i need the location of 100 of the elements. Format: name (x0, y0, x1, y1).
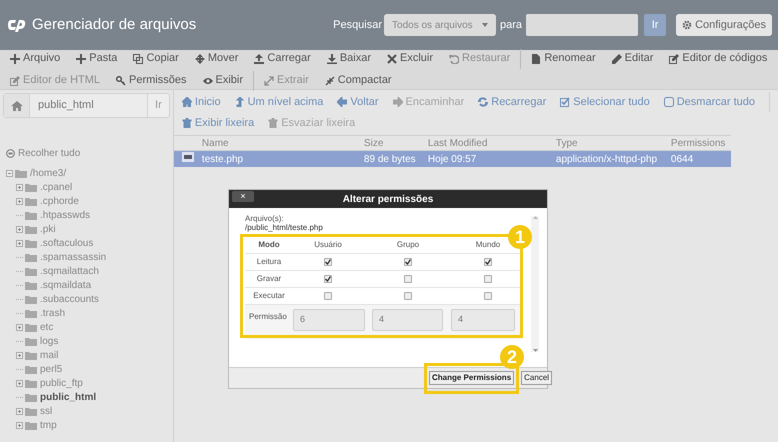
folder-icon (25, 224, 37, 234)
column-header[interactable]: Permissions (670, 138, 726, 148)
nav-link[interactable]: Selecionar tudo (560, 94, 650, 110)
folder-item[interactable]: .sqmaildata (40, 278, 92, 292)
toolbar-button[interactable]: Pasta (76, 50, 118, 67)
toolbar-button[interactable]: Editor de códigos (669, 50, 768, 67)
caret-icon (482, 23, 488, 27)
folder-item[interactable]: .trash (40, 306, 66, 320)
row-label: Gravar (256, 274, 282, 283)
nav-link[interactable]: Inicio (182, 94, 221, 110)
folder-icon (25, 308, 37, 318)
checkbox[interactable] (404, 292, 412, 300)
cancel-button[interactable]: Cancel (521, 371, 552, 385)
go-button[interactable]: Ir (644, 14, 666, 36)
folder-item[interactable]: public_html (40, 390, 96, 404)
toolbar-button[interactable]: Excluir (387, 50, 434, 67)
scrollbar[interactable] (531, 216, 539, 352)
nav-link[interactable]: Voltar (337, 94, 379, 110)
nav-link[interactable]: Um nível acima (234, 94, 324, 110)
arrow-right-icon (392, 97, 403, 107)
checkbox[interactable] (484, 292, 492, 300)
settings-button[interactable]: Configurações (676, 14, 772, 36)
toolbar-button[interactable]: Permissões (116, 72, 186, 89)
folder-item[interactable]: .cpanel (40, 180, 72, 194)
column-header[interactable]: Size (364, 138, 384, 148)
key-icon (116, 76, 126, 86)
permission-field[interactable]: 4 (372, 309, 443, 331)
checkbox[interactable] (324, 258, 332, 266)
logo-icon (8, 18, 26, 32)
folder-item[interactable]: .cphorde (40, 194, 79, 208)
folder-icon (25, 336, 37, 346)
toolbar-button[interactable]: Copiar (133, 50, 179, 67)
folder-item[interactable]: .softaculous (40, 236, 94, 250)
toolbar-button[interactable]: Exibir (202, 72, 244, 89)
folder-icon (25, 378, 37, 388)
refresh-icon (478, 97, 488, 107)
folder-item[interactable]: etc (40, 320, 54, 334)
toolbar-button[interactable]: Baixar (326, 50, 371, 67)
folder-item[interactable]: tmp (40, 418, 57, 432)
folder-item[interactable]: logs (40, 334, 58, 348)
permission-field[interactable]: 6 (293, 309, 365, 331)
folder-icon (25, 350, 37, 360)
folder-item[interactable]: ssl (40, 404, 52, 418)
toolbar-button[interactable]: Compactar (324, 72, 392, 89)
table-cell: 0644 (670, 154, 694, 164)
close-button[interactable]: × (232, 191, 254, 202)
folder-icon (25, 266, 37, 276)
checkbox[interactable] (404, 258, 412, 266)
toolbar-button[interactable]: Carregar (254, 50, 311, 67)
column-header: Grupo (396, 240, 420, 249)
change-permissions-button[interactable]: Change Permissions (429, 371, 514, 385)
level-up-icon (234, 97, 245, 107)
search-field[interactable] (526, 14, 638, 36)
folder-item[interactable]: perl5 (40, 362, 62, 376)
row-label: Leitura (256, 257, 282, 266)
table-cell: Hoje 09:57 (428, 154, 476, 164)
edit-icon (669, 54, 680, 64)
file-row[interactable]: teste.php 89 de bytes Hoje 09:57 application/x-httpd-php 0644 (174, 151, 731, 167)
toolbar-button[interactable]: Arquivo (10, 50, 60, 67)
checkbox[interactable] (324, 275, 332, 283)
file-label: Arquivo(s): (245, 214, 284, 223)
folder-item[interactable]: .spamassassin (40, 250, 106, 264)
nav-link[interactable]: Recarregar (478, 94, 546, 110)
file-path: /public_html/teste.php (245, 223, 323, 232)
move-icon (194, 54, 205, 64)
eye-icon (202, 76, 212, 86)
copy-icon (133, 54, 144, 64)
folder-item[interactable]: .htpasswds (40, 208, 90, 222)
column-header[interactable]: Name (202, 138, 229, 148)
table-cell: 89 de bytes (364, 154, 416, 164)
column-header[interactable]: Type (556, 138, 578, 148)
search-scope-select[interactable]: Todos os arquivos (384, 14, 496, 36)
folder-item[interactable]: .sqmailattach (40, 264, 99, 278)
checkbox[interactable] (484, 275, 492, 283)
folder-item[interactable]: .subaccounts (40, 292, 99, 306)
checkbox[interactable] (404, 275, 412, 283)
folder-item[interactable]: /home3/ (30, 166, 66, 180)
folder-icon (25, 238, 37, 248)
search-label: Pesquisar (333, 18, 382, 33)
toolbar-button[interactable]: Mover (194, 50, 238, 67)
folder-icon (25, 182, 37, 192)
folder-item[interactable]: .pki (40, 222, 56, 236)
undo-icon (449, 54, 460, 64)
folder-item[interactable]: public_ftp (40, 376, 83, 390)
app-title: Gerenciador de arquivos (32, 14, 196, 35)
toolbar-button[interactable]: Renomear (531, 50, 596, 67)
checkbox[interactable] (324, 292, 332, 300)
gear-icon (682, 20, 692, 30)
folder-icon (25, 420, 37, 430)
checkbox-icon (560, 97, 570, 107)
folder-item[interactable]: mail (40, 348, 58, 362)
pencil-icon (612, 54, 622, 64)
nav-link[interactable]: Exibir lixeira (182, 114, 254, 132)
permission-field[interactable]: 4 (451, 309, 515, 331)
minus-circle-icon (6, 149, 15, 158)
checkbox[interactable] (484, 258, 492, 266)
column-header[interactable]: Last Modified (428, 138, 488, 148)
nav-link[interactable]: Desmarcar tudo (664, 94, 755, 110)
collapse-all-link[interactable]: Recolher tudo (6, 146, 80, 161)
toolbar-button[interactable]: Editar (612, 50, 654, 67)
